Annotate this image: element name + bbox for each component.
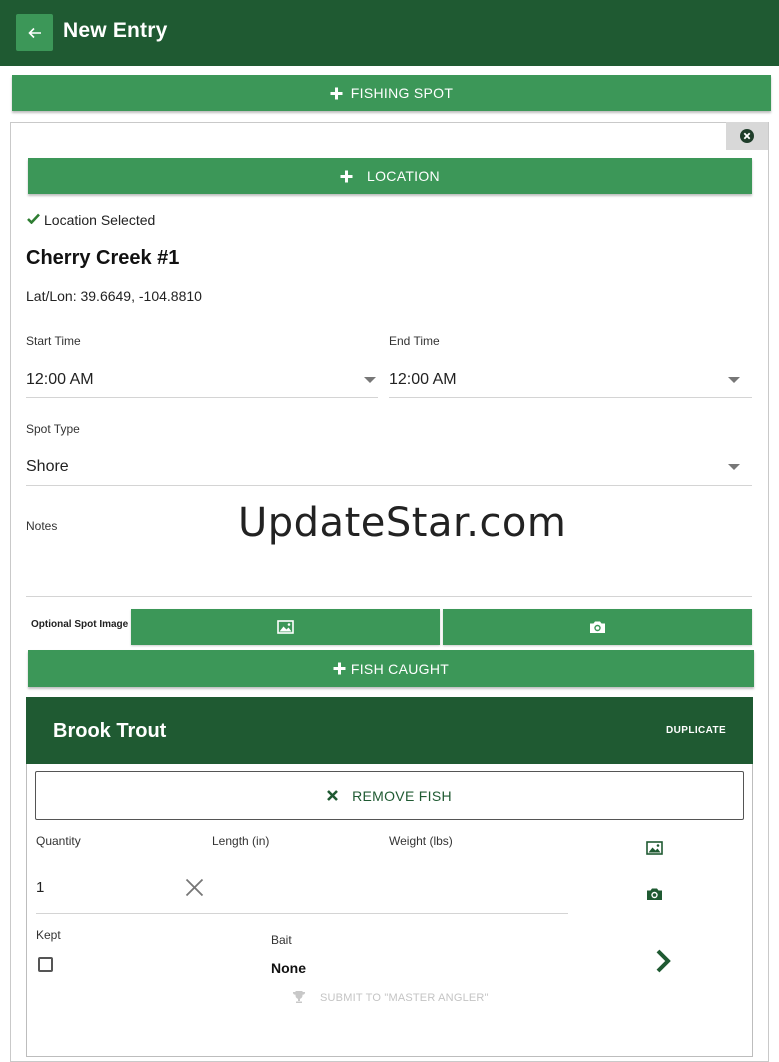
end-time-select[interactable]: 12:00 AM <box>389 371 457 389</box>
plus-icon <box>330 87 343 99</box>
chevron-right-icon[interactable] <box>655 948 671 974</box>
close-x-icon <box>327 790 339 801</box>
image-icon[interactable] <box>646 841 663 855</box>
clear-icon[interactable] <box>185 878 204 897</box>
end-time-label: End Time <box>389 334 440 348</box>
close-spot-button[interactable] <box>726 122 768 150</box>
fishing-spot-label: FISHING SPOT <box>350 85 454 101</box>
submit-master-angler-button[interactable]: SUBMIT TO "MASTER ANGLER" <box>320 992 489 1004</box>
check-icon <box>27 213 40 224</box>
weight-label: Weight (lbs) <box>389 834 453 848</box>
quantity-input[interactable]: 1 <box>36 879 44 896</box>
add-location-button[interactable]: LOCATION <box>28 158 752 194</box>
notes-input[interactable] <box>26 540 752 595</box>
fish-caught-label: FISH CAUGHT <box>350 660 450 677</box>
add-fish-caught-button[interactable]: FISH CAUGHT <box>28 650 754 687</box>
app-bar: New Entry <box>0 0 779 66</box>
camera-icon[interactable] <box>646 887 663 901</box>
plus-icon <box>333 662 346 675</box>
plus-icon <box>340 170 353 182</box>
trophy-icon <box>292 991 306 1003</box>
length-label: Length (in) <box>212 834 270 848</box>
image-icon <box>277 620 294 634</box>
spot-camera-button[interactable] <box>443 609 752 645</box>
spot-gallery-button[interactable] <box>131 609 440 645</box>
camera-icon <box>590 621 605 633</box>
spot-type-label: Spot Type <box>26 422 80 436</box>
quantity-label: Quantity <box>36 834 81 848</box>
bait-label: Bait <box>271 933 292 947</box>
chevron-down-icon <box>364 377 376 383</box>
start-time-label: Start Time <box>26 334 81 348</box>
notes-label: Notes <box>26 519 58 533</box>
chevron-down-icon <box>728 377 740 383</box>
remove-fish-button[interactable]: REMOVE FISH <box>35 771 744 820</box>
start-time-select[interactable]: 12:00 AM <box>26 371 94 389</box>
fish-name: Brook Trout <box>53 720 167 742</box>
chevron-down-icon <box>728 464 740 470</box>
page-title: New Entry <box>63 19 168 42</box>
back-arrow-icon <box>27 27 41 38</box>
fish-card-header: Brook Trout DUPLICATE <box>26 697 753 764</box>
spot-image-label: Optional Spot Image <box>31 619 129 630</box>
bait-select[interactable]: None <box>271 960 306 976</box>
location-label: LOCATION <box>367 168 440 184</box>
spot-type-select[interactable]: Shore <box>26 458 69 476</box>
location-status: Location Selected <box>44 212 156 228</box>
close-circle-icon <box>740 129 754 143</box>
back-button[interactable] <box>16 14 53 51</box>
location-name: Cherry Creek #1 <box>26 247 180 269</box>
kept-label: Kept <box>36 928 61 942</box>
remove-fish-label: REMOVE FISH <box>352 787 452 804</box>
kept-checkbox[interactable] <box>38 957 53 972</box>
watermark: UpdateStar.com <box>238 500 567 546</box>
lat-lon: Lat/Lon: 39.6649, -104.8810 <box>26 288 202 304</box>
add-fishing-spot-button[interactable]: FISHING SPOT <box>12 75 771 111</box>
duplicate-button[interactable]: DUPLICATE <box>666 725 726 736</box>
